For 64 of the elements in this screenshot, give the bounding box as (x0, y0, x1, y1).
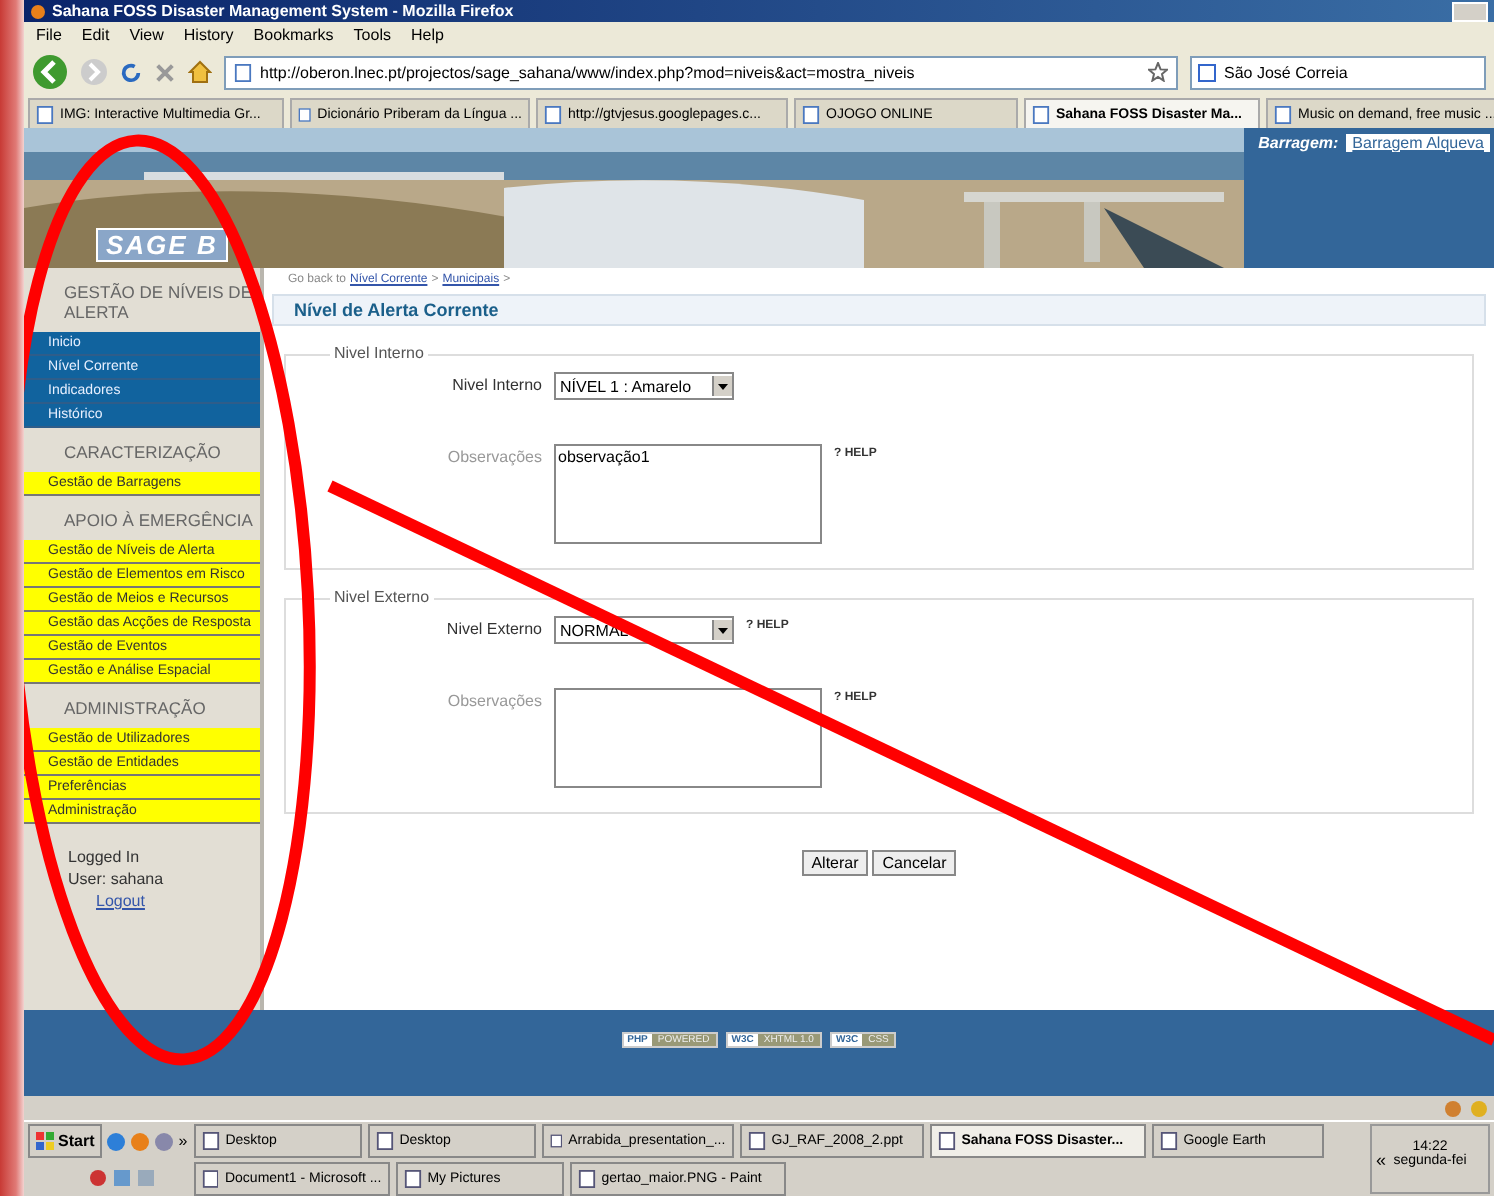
logout-link[interactable]: Logout (68, 892, 248, 910)
form-button[interactable]: Alterar (801, 850, 869, 876)
notes-field[interactable] (554, 688, 822, 788)
field-label: Observações (445, 690, 542, 710)
section-heading: CARACTERIZAÇÃO (62, 440, 223, 466)
menu-item[interactable]: Help (410, 25, 444, 43)
search-field[interactable]: São José Correia (1190, 55, 1486, 89)
fieldset-legend: Nivel Externo (330, 588, 434, 606)
reload-icon[interactable] (120, 61, 142, 83)
dropdown-icon (718, 383, 728, 389)
tray-expand-button[interactable]: « (1376, 1150, 1387, 1170)
window-icon (1159, 1132, 1178, 1150)
page-icon (544, 105, 562, 123)
section-heading: ADMINISTRAÇÃO (62, 696, 208, 722)
windows-logo-icon (36, 1132, 54, 1150)
window-icon (577, 1170, 596, 1188)
field-label: Nivel Interno (450, 374, 542, 394)
mail-icon[interactable] (154, 1131, 175, 1151)
stop-icon[interactable] (154, 61, 176, 83)
page-title: Nível de Alerta Corrente (272, 294, 1486, 326)
page-icon (36, 105, 54, 123)
menu-item[interactable]: View (129, 25, 164, 43)
window-icon (549, 1132, 563, 1150)
menu-item[interactable]: File (36, 25, 62, 43)
window-icon (201, 1132, 220, 1150)
window-controls[interactable] (1452, 1, 1488, 21)
home-icon[interactable] (188, 60, 212, 84)
page-icon (1032, 105, 1050, 123)
window-icon (403, 1170, 422, 1188)
field-label: Nivel Externo (444, 618, 542, 638)
start-button[interactable]: Start (28, 1124, 103, 1158)
page-icon (234, 63, 252, 81)
user-name: User: sahana (68, 870, 166, 888)
google-icon (1198, 63, 1216, 81)
notes-field[interactable]: observação1 (554, 444, 822, 544)
address-field[interactable]: http://oberon.lnec.pt/projectos/sage_sahana/www/index.php?mod=niveis&act=mostra_niveis (224, 55, 1178, 89)
login-status: Logged In (68, 848, 142, 866)
window-icon (375, 1132, 394, 1150)
dam-select[interactable]: Barragem Alqueva (1346, 134, 1490, 152)
browser-icon[interactable] (130, 1131, 151, 1151)
page-icon (802, 105, 820, 123)
field-label: Observações (445, 446, 542, 466)
dropdown-icon (718, 627, 728, 633)
level-select[interactable]: NÍVEL 1 : Amarelo (554, 372, 734, 400)
menu-item[interactable]: Edit (81, 25, 110, 43)
dam-label: Barragem: (1258, 134, 1339, 152)
section-heading: APOIO À EMERGÊNCIA (62, 508, 255, 534)
more-button[interactable]: » (178, 1132, 188, 1150)
menu-item[interactable]: History (183, 25, 234, 43)
form-button[interactable]: Cancelar (872, 850, 957, 876)
browser-icon[interactable] (106, 1131, 127, 1151)
page-icon (298, 105, 312, 123)
window-title: Sahana FOSS Disaster Management System - Mozilla Firefox (52, 2, 514, 20)
bookmark-star-icon[interactable] (1148, 62, 1168, 82)
window-icon (937, 1132, 956, 1150)
window-icon (747, 1132, 766, 1150)
back-icon[interactable] (32, 54, 68, 90)
window-icon (201, 1170, 219, 1188)
firefox-icon (30, 3, 46, 19)
menu-item[interactable]: Bookmarks (253, 25, 334, 43)
menu-item[interactable]: Tools (353, 25, 391, 43)
site-logo: SAGE B (96, 228, 228, 262)
page-icon (1274, 105, 1292, 123)
fieldset-legend: Nivel Interno (330, 344, 428, 362)
